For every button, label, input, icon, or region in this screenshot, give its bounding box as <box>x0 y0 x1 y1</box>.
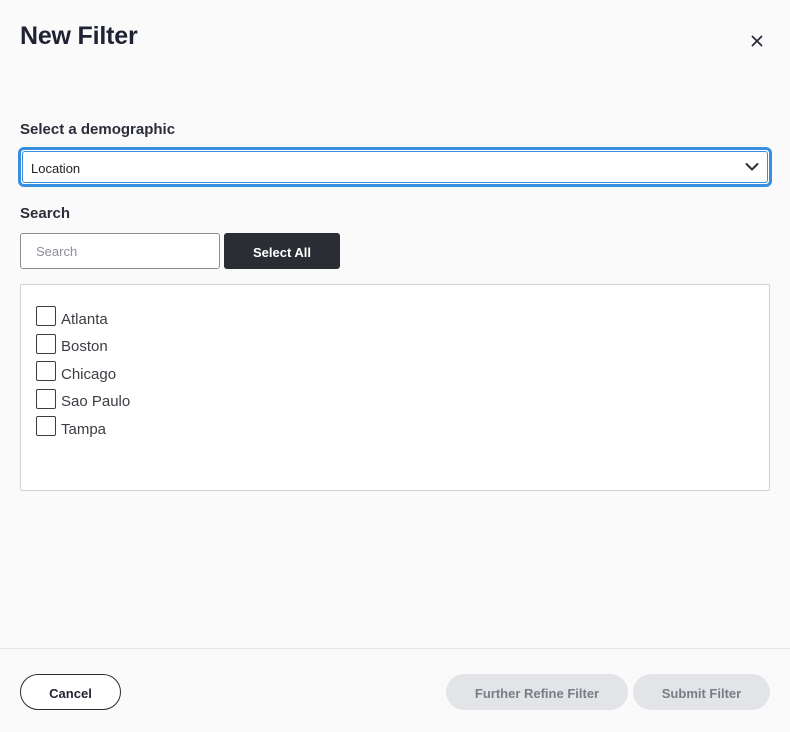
list-item[interactable]: Boston <box>36 332 769 360</box>
checkbox-boston[interactable] <box>36 333 56 354</box>
demographic-label: Select a demographic <box>20 121 176 138</box>
list-item[interactable]: Chicago <box>36 359 769 387</box>
option-label: Chicago <box>61 365 117 383</box>
new-filter-dialog: New Filter Select a demographic Location… <box>0 0 790 732</box>
option-list: Atlanta Boston Chicago Sao Paulo Tampa <box>20 284 770 491</box>
list-item[interactable]: Atlanta <box>36 304 769 332</box>
option-label: Sao Paulo <box>61 393 131 411</box>
select-all-button[interactable]: Select All <box>224 233 340 269</box>
option-label: Atlanta <box>61 310 108 328</box>
checkbox-tampa[interactable] <box>36 416 56 437</box>
submit-filter-button[interactable]: Submit Filter <box>633 674 770 710</box>
list-item[interactable]: Tampa <box>36 414 769 442</box>
chevron-down-icon <box>745 163 759 171</box>
search-input[interactable] <box>20 233 220 269</box>
dialog-title: New Filter <box>20 22 138 50</box>
search-label: Search <box>20 205 71 222</box>
footer-divider <box>0 648 790 649</box>
demographic-selected-value: Location <box>31 161 81 176</box>
option-label: Tampa <box>61 420 107 438</box>
close-button[interactable] <box>745 29 769 53</box>
option-label: Boston <box>61 338 108 356</box>
demographic-select-inner[interactable]: Location <box>22 151 768 183</box>
checkbox-sao-paulo[interactable] <box>36 388 56 409</box>
further-refine-filter-button[interactable]: Further Refine Filter <box>446 674 628 710</box>
demographic-select[interactable]: Location <box>18 147 772 187</box>
checkbox-chicago[interactable] <box>36 361 56 382</box>
list-item[interactable]: Sao Paulo <box>36 387 769 415</box>
close-icon <box>751 35 763 47</box>
cancel-button[interactable]: Cancel <box>20 674 121 710</box>
checkbox-atlanta[interactable] <box>36 306 56 327</box>
